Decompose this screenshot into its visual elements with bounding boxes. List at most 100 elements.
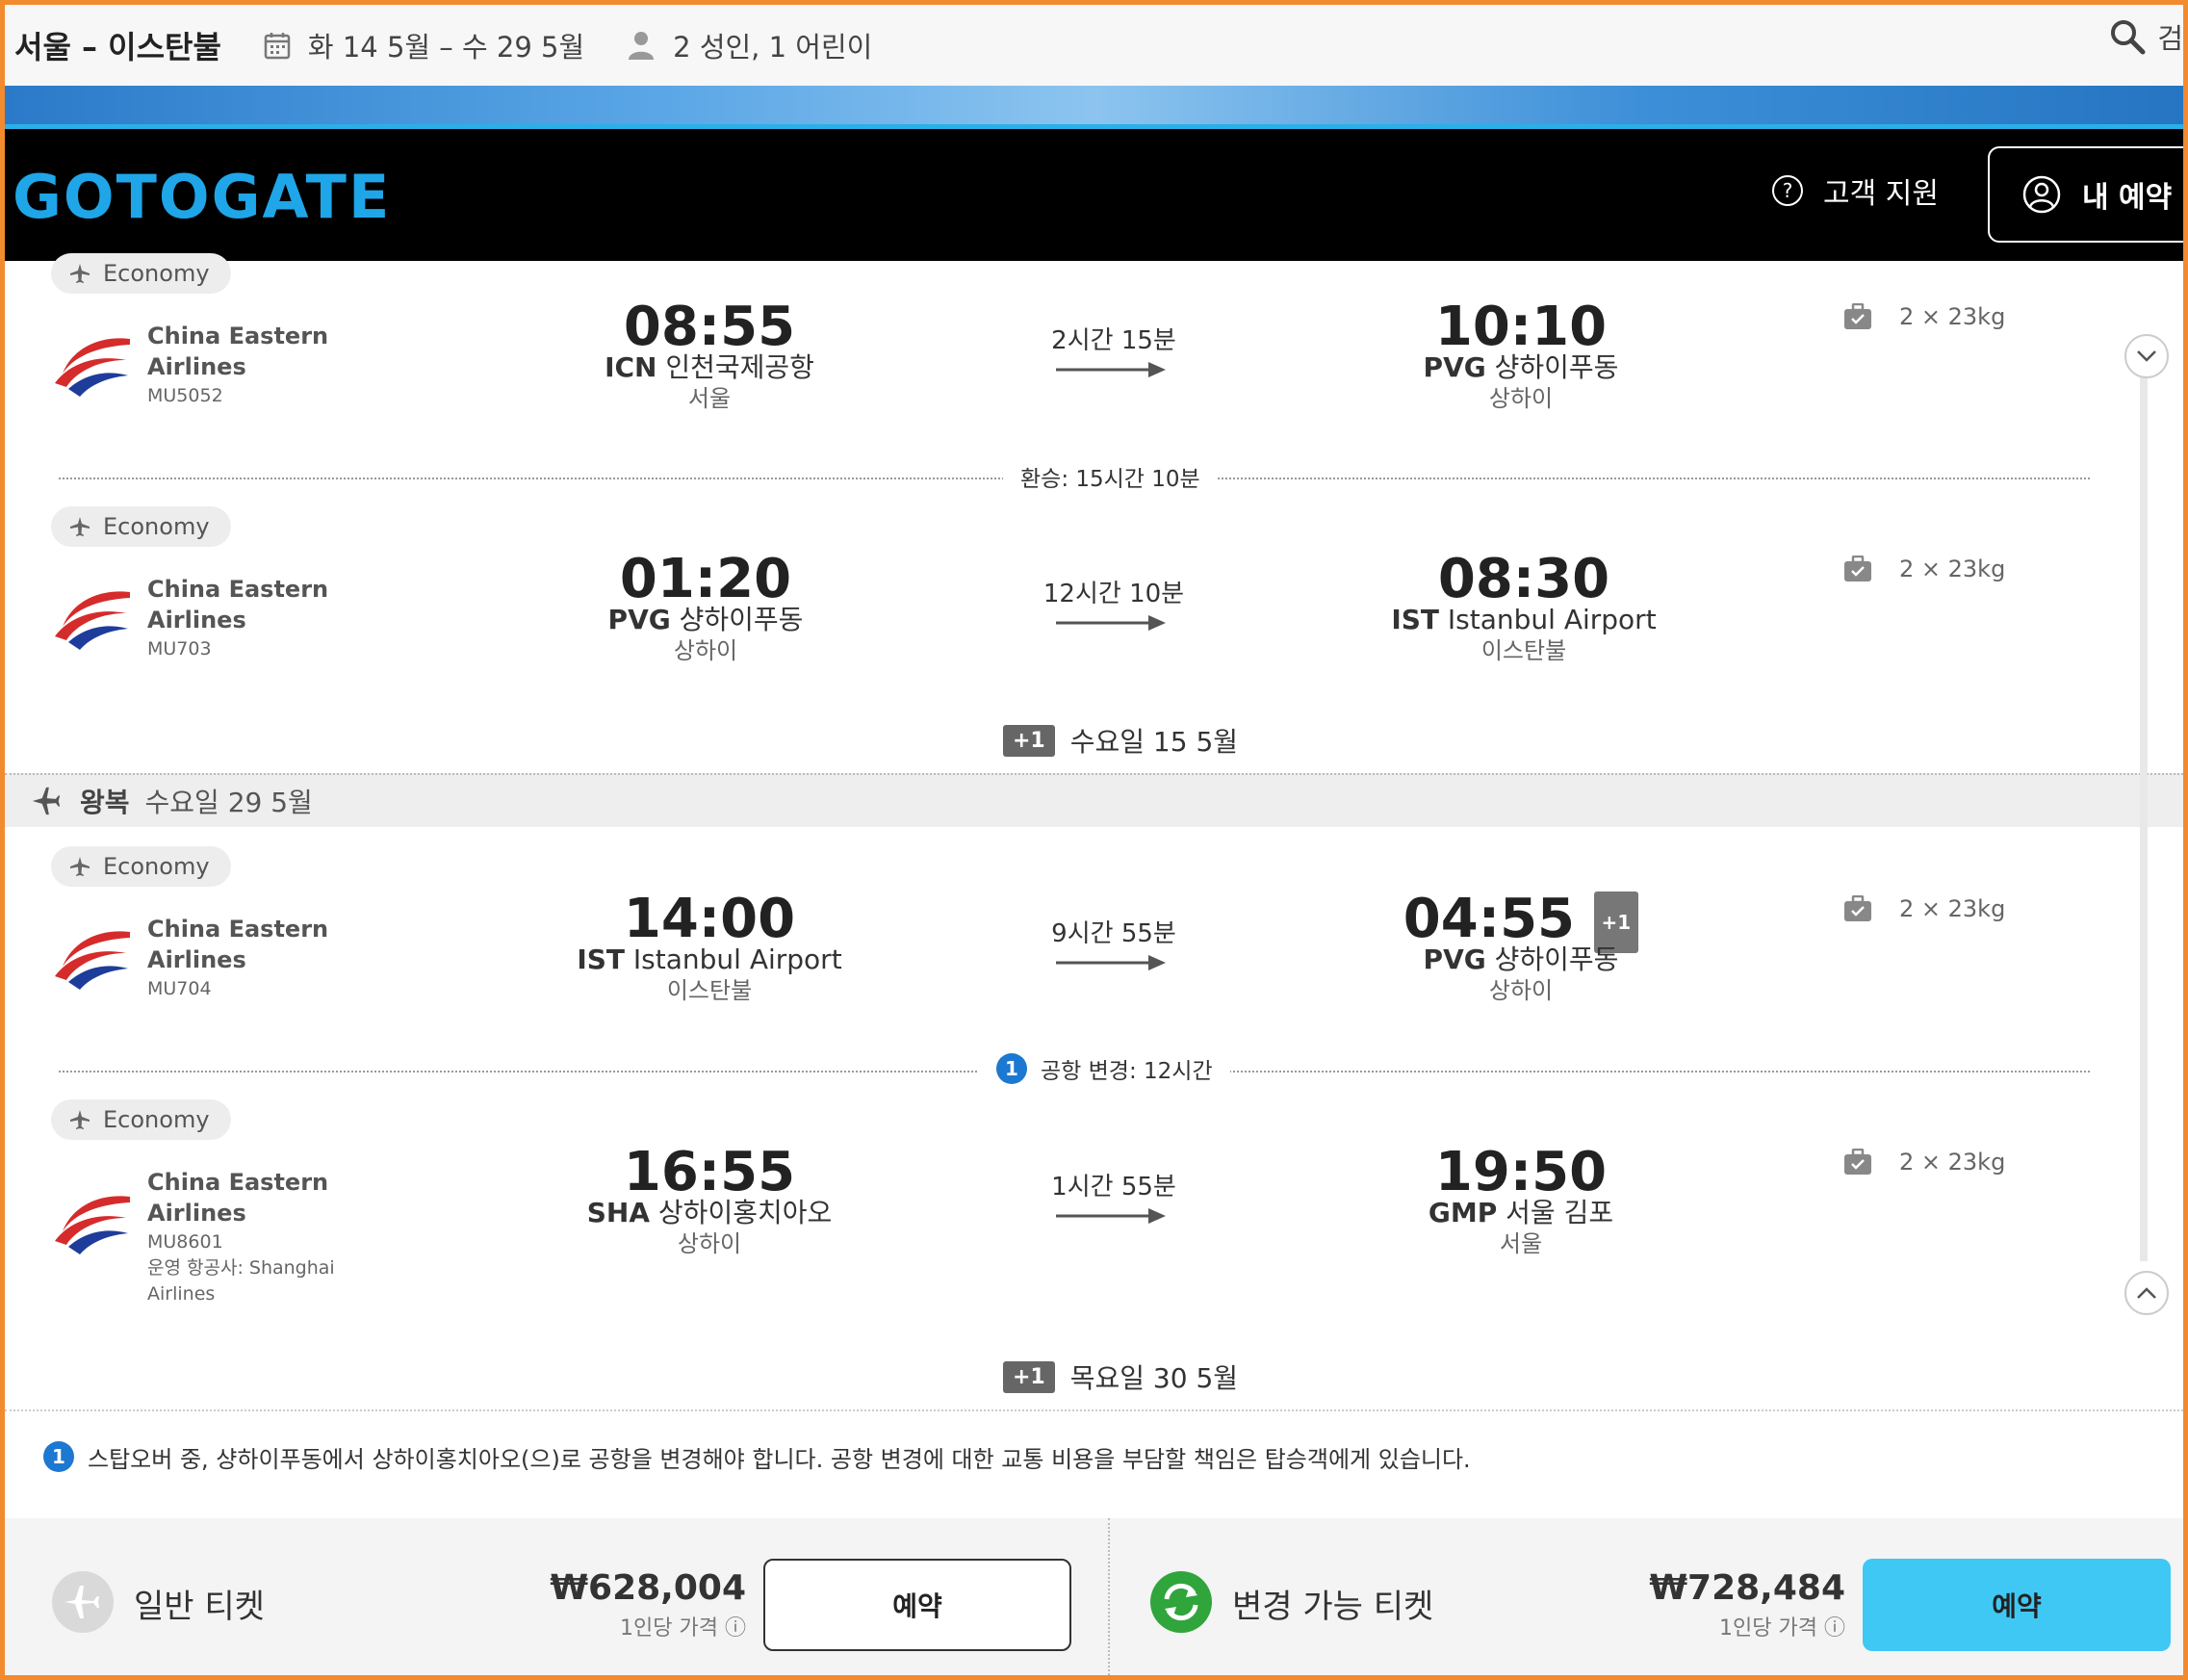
svg-text:?: ?: [1783, 179, 1793, 202]
search-summary-bar[interactable]: 서울 – 이스탄불 화 14 5월 – 수 29 5월 2 성인, 1 어린이 …: [5, 5, 2183, 86]
departure-airport: ICN 인천국제공항: [605, 351, 814, 383]
plane-return-icon: [32, 787, 61, 815]
arrival-airport: PVG 샹하이푸동: [1423, 351, 1619, 383]
arrival-city: 상하이: [1488, 977, 1554, 1004]
user-circle-icon: [2022, 175, 2061, 214]
departure-airport: IST Istanbul Airport: [577, 943, 842, 975]
departure-airport: PVG 샹하이푸동: [607, 604, 804, 635]
departure-city: 이스탄불: [666, 977, 753, 1004]
flight-number: MU704: [147, 978, 212, 999]
cabin-badge: Economy: [51, 846, 231, 887]
flight-duration: 1시간 55분: [1051, 1173, 1176, 1202]
info-number-icon: 1: [43, 1441, 74, 1472]
flight-duration: 2시간 15분: [1051, 326, 1176, 355]
my-booking-label: 내 예약: [2082, 181, 2173, 215]
flight-number: MU8601 운영 항공사: Shanghai Airlines: [147, 1229, 369, 1307]
info-icon: ⓘ: [1823, 1616, 1845, 1641]
gotogate-logo[interactable]: GOTOGATE: [13, 162, 391, 232]
departure-city: 상하이: [677, 1230, 742, 1257]
book-flexible-button[interactable]: 예약: [1863, 1559, 2171, 1651]
arrival-city: 상하이: [1488, 385, 1554, 412]
departure-time: 08:55: [623, 296, 796, 358]
scroll-down-button[interactable]: [2124, 334, 2169, 378]
search-icon: [2111, 20, 2146, 55]
suitcase-icon: [1844, 1149, 1871, 1175]
ticket-options: 일반 티켓 ₩628,004 1인당 가격 ⓘ 예약 변경 가능 티켓 ₩728…: [5, 1518, 2183, 1675]
sky-banner: [5, 86, 2183, 129]
plane-icon: [70, 857, 90, 876]
plane-icon: [70, 1110, 90, 1129]
departure-airport: SHA 상하이홍치아오: [586, 1197, 833, 1228]
route-label: 서울 – 이스탄불: [14, 29, 221, 65]
info-number-icon: 1: [996, 1053, 1027, 1084]
chevron-up-icon: [2137, 1287, 2156, 1299]
help-circle-icon: ?: [1772, 175, 1803, 206]
arrow-right-icon: [1056, 955, 1166, 970]
departure-time: 16:55: [623, 1141, 796, 1203]
arrival-airport: GMP 서울 김포: [1428, 1197, 1614, 1228]
arrival-city: 서울: [1499, 1230, 1543, 1257]
arrival-day-note: +1 수요일 15 5월: [1003, 721, 1238, 760]
passengers-summary[interactable]: 2 성인, 1 어린이: [627, 25, 872, 65]
chevron-down-icon: [2137, 350, 2156, 362]
departure-city: 상하이: [673, 637, 738, 664]
person-icon: [629, 32, 655, 60]
departure-city: 서울: [687, 385, 732, 412]
search-label: 검: [2157, 22, 2183, 55]
next-day-badge: +1: [1003, 1360, 1055, 1393]
airline-name: China Eastern Airlines: [147, 1169, 329, 1227]
customer-support-link[interactable]: ? 고객 지원: [1771, 169, 1939, 212]
arrival-time: 10:10: [1434, 296, 1608, 358]
departure-time: 14:00: [623, 888, 796, 950]
arrival-time: 08:30: [1437, 548, 1610, 610]
customer-support-label: 고객 지원: [1823, 177, 1939, 211]
calendar-icon: [264, 33, 291, 60]
cabin-badge: Economy: [51, 506, 231, 547]
flight-details: Economy China Eastern Airlines MU5052 08…: [5, 253, 2183, 1512]
scrollbar-track[interactable]: [2140, 337, 2148, 1261]
notice-text: 스탑오버 중, 샹하이푸동에서 상하이홍치아오(으)로 공항을 변경해야 합니다…: [88, 1445, 1471, 1473]
flight-number: MU5052: [147, 385, 223, 406]
airline-name: China Eastern Airlines: [147, 916, 329, 973]
suitcase-icon: [1844, 303, 1871, 329]
standard-ticket-price: ₩628,004: [550, 1568, 746, 1608]
scroll-up-button[interactable]: [2124, 1271, 2169, 1315]
layover-label: 환승: 15시간 10분: [1003, 460, 1218, 493]
operated-by-label: 운영 항공사: Shanghai Airlines: [147, 1257, 335, 1305]
info-icon: ⓘ: [724, 1616, 746, 1641]
flexible-ticket-label: 변경 가능 티켓: [1232, 1588, 1434, 1626]
flight-duration: 9시간 55분: [1051, 919, 1176, 948]
suitcase-icon: [1844, 895, 1871, 921]
search-button[interactable]: 검: [2109, 16, 2183, 57]
airline-name: China Eastern Airlines: [147, 576, 329, 633]
plane-icon: [70, 517, 90, 536]
next-day-badge: +1: [1003, 724, 1055, 757]
plane-circle-icon: [52, 1571, 114, 1633]
arrival-time: 19:50: [1434, 1141, 1608, 1203]
standard-ticket-label: 일반 티켓: [134, 1588, 265, 1626]
flight-duration: 12시간 10분: [1043, 580, 1185, 608]
china-eastern-logo: [55, 931, 130, 990]
china-eastern-logo: [55, 591, 130, 650]
return-label: 왕복: [80, 787, 130, 818]
dates-label: 화 14 5월 – 수 29 5월: [307, 31, 585, 64]
site-header: GOTOGATE ? 고객 지원 내 예약: [5, 129, 2188, 261]
flexible-ticket-price: ₩728,484: [1649, 1568, 1845, 1608]
book-standard-button[interactable]: 예약: [763, 1559, 1071, 1651]
standard-price-note: 1인당 가격 ⓘ: [620, 1616, 746, 1641]
flight-number: MU703: [147, 638, 212, 659]
china-eastern-logo: [55, 1196, 130, 1254]
baggage-allowance: 2 × 23kg: [1843, 303, 2005, 330]
flexible-price-note: 1인당 가격 ⓘ: [1719, 1616, 1845, 1641]
arrival-day-note: +1 목요일 30 5월: [1003, 1357, 1238, 1396]
layover-label: 1 공항 변경: 12시간: [979, 1052, 1230, 1085]
refresh-circle-icon: [1150, 1571, 1212, 1633]
dates-summary[interactable]: 화 14 5월 – 수 29 5월: [264, 25, 584, 65]
cabin-badge: Economy: [51, 1099, 231, 1140]
my-booking-button[interactable]: 내 예약: [1988, 146, 2188, 243]
arrival-airport: IST Istanbul Airport: [1391, 604, 1657, 635]
ticket-divider: [1108, 1518, 1110, 1675]
passengers-label: 2 성인, 1 어린이: [673, 31, 873, 64]
airline-name: China Eastern Airlines: [147, 323, 329, 380]
plane-icon: [70, 264, 90, 283]
